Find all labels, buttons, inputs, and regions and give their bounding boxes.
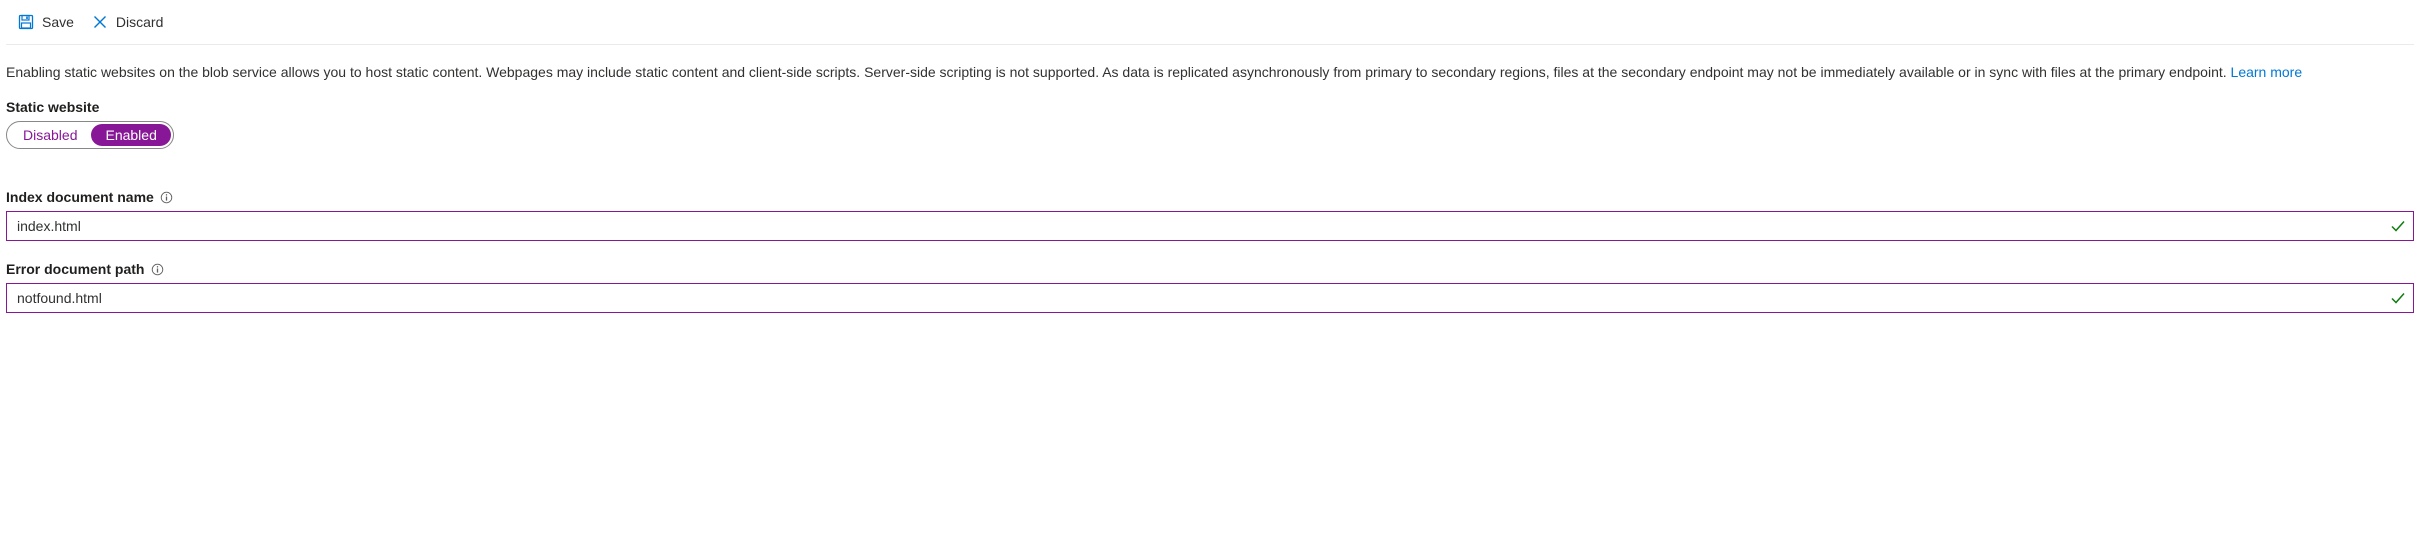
index-document-label-text: Index document name [6,189,154,205]
static-website-label: Static website [6,99,2414,115]
static-website-field: Static website Disabled Enabled [6,99,2414,169]
description-body: Enabling static websites on the blob ser… [6,64,2231,80]
index-document-label: Index document name [6,189,2414,205]
discard-button[interactable]: Discard [88,10,173,34]
error-document-field: Error document path [6,261,2414,313]
error-document-input[interactable] [6,283,2414,313]
description-text: Enabling static websites on the blob ser… [6,61,2414,83]
discard-button-label: Discard [116,14,163,30]
info-icon[interactable] [160,190,174,204]
index-document-field: Index document name [6,189,2414,241]
save-button[interactable]: Save [14,10,84,34]
error-document-input-wrapper [6,283,2414,313]
index-document-input[interactable] [6,211,2414,241]
static-website-toggle[interactable]: Disabled Enabled [6,121,174,149]
close-icon [92,14,108,30]
toggle-enabled[interactable]: Enabled [91,124,170,146]
toggle-disabled[interactable]: Disabled [9,124,91,146]
index-document-input-wrapper [6,211,2414,241]
error-document-label: Error document path [6,261,2414,277]
learn-more-link[interactable]: Learn more [2231,64,2303,80]
error-document-label-text: Error document path [6,261,144,277]
save-icon [18,14,34,30]
save-button-label: Save [42,14,74,30]
toolbar: Save Discard [6,8,2414,45]
info-icon[interactable] [150,262,164,276]
